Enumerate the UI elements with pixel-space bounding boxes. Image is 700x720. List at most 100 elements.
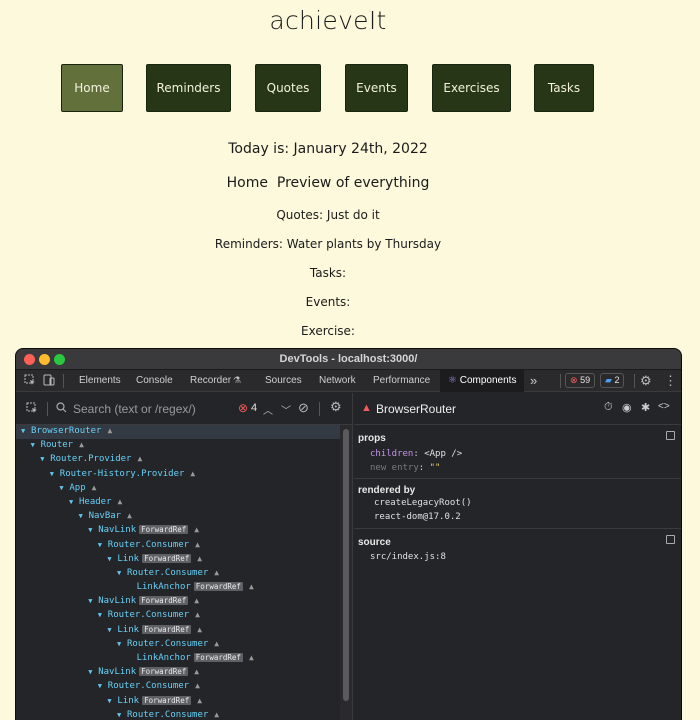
expand-arrow-icon[interactable]: ▼ xyxy=(117,569,127,577)
search-icon xyxy=(56,402,67,416)
nav-exercises-button[interactable]: Exercises xyxy=(432,64,511,112)
eye-icon[interactable]: ◉ xyxy=(622,401,632,414)
tree-settings-gear-icon[interactable]: ⚙ xyxy=(330,399,342,415)
tasks-preview: Tasks: xyxy=(309,266,347,280)
warning-icon: ▲ xyxy=(248,582,254,592)
devtools-window: DevTools - localhost:3000/ Elements Cons… xyxy=(15,348,682,720)
expand-arrow-icon[interactable]: ▼ xyxy=(69,498,79,506)
select-component-icon[interactable] xyxy=(26,402,38,417)
expand-arrow-icon[interactable]: ▼ xyxy=(88,668,98,676)
tree-row[interactable]: ▼ NavBar ▲ xyxy=(16,510,341,524)
expand-arrow-icon[interactable]: ▼ xyxy=(88,526,98,534)
tab-elements[interactable]: Elements xyxy=(79,375,121,386)
tree-scrollbar[interactable] xyxy=(340,425,352,720)
tree-row[interactable]: ▼ Router ▲ xyxy=(16,439,341,453)
tree-row[interactable]: ▼ Link ForwardRef ▲ xyxy=(16,695,341,709)
tree-row[interactable]: ▼ Router.Consumer ▲ xyxy=(16,567,341,581)
expand-arrow-icon[interactable]: ▼ xyxy=(117,711,127,719)
search-input[interactable]: Search (text or /regex/) xyxy=(73,402,223,416)
gear-icon[interactable]: ⚙ xyxy=(640,373,652,389)
expand-arrow-icon[interactable]: ▼ xyxy=(50,470,60,478)
tree-search-bar: Search (text or /regex/) ⊗ 4 ︿ ﹀ ⊘ ⚙ xyxy=(16,393,352,425)
warning-icon: ▲ xyxy=(361,402,372,414)
copy-props-icon[interactable] xyxy=(666,431,675,440)
warning-icon: ▲ xyxy=(117,496,123,506)
chevron-down-icon[interactable]: ﹀ xyxy=(281,402,291,417)
nav-reminders-button[interactable]: Reminders xyxy=(146,64,231,112)
warning-icon: ▲ xyxy=(195,681,200,691)
tree-row[interactable]: ▼ Header ▲ xyxy=(16,496,341,510)
expand-arrow-icon[interactable]: ▼ xyxy=(107,626,117,634)
nav-tasks-button[interactable]: Tasks xyxy=(534,64,594,112)
expand-arrow-icon[interactable]: ▼ xyxy=(79,512,89,520)
tree-row[interactable]: ▼ App ▲ xyxy=(16,482,341,496)
tab-sources[interactable]: Sources xyxy=(265,375,302,386)
error-count-badge[interactable]: ⊗ 59 xyxy=(565,373,596,388)
more-tabs-button[interactable]: » xyxy=(530,373,537,388)
expand-arrow-icon[interactable]: ▼ xyxy=(98,541,108,549)
warning-icon: ▲ xyxy=(194,667,200,677)
expand-arrow-icon[interactable]: ▼ xyxy=(59,484,69,492)
view-source-icon[interactable]: <> xyxy=(658,401,670,412)
forwardref-badge: ForwardRef xyxy=(139,596,189,606)
exercise-preview: Exercise: xyxy=(301,324,355,338)
expand-arrow-icon[interactable]: ▼ xyxy=(40,455,50,463)
expand-arrow-icon[interactable]: ▼ xyxy=(107,697,117,705)
tree-row[interactable]: ▼ Router.Consumer ▲ xyxy=(16,680,341,694)
rendered-by-item[interactable]: createLegacyRoot() xyxy=(374,498,472,508)
tab-recorder[interactable]: Recorder xyxy=(190,375,231,386)
expand-arrow-icon[interactable]: ▼ xyxy=(98,611,108,619)
tab-performance[interactable]: Performance xyxy=(373,375,430,386)
expand-arrow-icon[interactable]: ▼ xyxy=(117,640,127,648)
nav-quotes-button[interactable]: Quotes xyxy=(255,64,321,112)
copy-source-icon[interactable] xyxy=(666,535,675,544)
tree-row[interactable]: ▼ NavLink ForwardRef ▲ xyxy=(16,595,341,609)
tree-row[interactable]: ▼ Router.Consumer ▲ xyxy=(16,709,341,720)
tree-row[interactable]: ▼ NavLink ForwardRef ▲ xyxy=(16,524,341,538)
tree-row[interactable]: ▼ Router-History.Provider ▲ xyxy=(16,468,341,482)
tab-components[interactable]: ⚛ Components xyxy=(440,370,525,392)
timer-icon[interactable]: ⏱ xyxy=(604,401,613,414)
chevron-up-icon[interactable]: ︿ xyxy=(263,402,273,417)
expand-arrow-icon[interactable]: ▼ xyxy=(88,597,98,605)
expand-arrow-icon[interactable]: ▼ xyxy=(98,682,108,690)
expand-arrow-icon[interactable]: ▼ xyxy=(21,427,31,435)
tree-row[interactable]: ▼ Router.Consumer ▲ xyxy=(16,539,341,553)
bug-icon[interactable]: ✱ xyxy=(641,401,650,414)
rendered-by-item[interactable]: react-dom@17.0.2 xyxy=(374,512,461,522)
expand-arrow-icon[interactable]: ▼ xyxy=(107,555,117,563)
tree-row[interactable]: LinkAnchor ForwardRef ▲ xyxy=(16,581,341,595)
tree-row[interactable]: ▼ NavLink ForwardRef ▲ xyxy=(16,666,341,680)
warning-icon: ▲ xyxy=(190,468,196,478)
prop-new-entry[interactable]: new entry: "" xyxy=(370,463,440,473)
warning-icon: ▲ xyxy=(197,553,203,563)
tree-row[interactable]: ▼ Router.Provider ▲ xyxy=(16,453,341,467)
tree-node-name: LinkAnchor xyxy=(136,582,191,593)
tree-scrollbar-thumb[interactable] xyxy=(343,429,349,701)
expand-arrow-icon[interactable]: ▼ xyxy=(31,441,41,449)
tab-console[interactable]: Console xyxy=(136,375,173,386)
prop-children[interactable]: children: <App /> xyxy=(370,449,462,459)
device-toolbar-icon[interactable] xyxy=(43,374,55,389)
selected-component-name: BrowserRouter xyxy=(376,402,457,416)
nav-home-button[interactable]: Home xyxy=(61,64,123,112)
tree-row[interactable]: LinkAnchor ForwardRef ▲ xyxy=(16,652,341,666)
tree-row[interactable]: ▼ BrowserRouter ▲ xyxy=(16,425,341,440)
forwardref-badge: ForwardRef xyxy=(193,653,243,662)
tree-row[interactable]: ▼ Link ForwardRef ▲ xyxy=(16,553,341,567)
tree-row[interactable]: ▼ Router.Consumer ▲ xyxy=(16,609,341,623)
nav-events-button[interactable]: Events xyxy=(345,64,408,112)
rendered-by-section: rendered by createLegacyRoot() react-dom… xyxy=(354,479,681,529)
clear-search-icon[interactable]: ⊘ xyxy=(298,400,309,416)
kebab-menu-icon[interactable]: ⋮ xyxy=(664,373,677,389)
source-location[interactable]: src/index.js:8 xyxy=(370,552,446,562)
reminders-preview: Reminders: Water plants by Thursday xyxy=(214,237,442,251)
message-count-badge[interactable]: ▰ 2 xyxy=(600,373,625,388)
tree-row[interactable]: ▼ Link ForwardRef ▲ xyxy=(16,624,341,638)
tab-network[interactable]: Network xyxy=(319,375,356,386)
warning-icon: ▲ xyxy=(197,624,203,634)
tree-row[interactable]: ▼ Router.Consumer ▲ xyxy=(16,638,341,652)
message-icon: ▰ xyxy=(605,375,612,385)
inspect-element-icon[interactable] xyxy=(24,374,36,389)
warning-icon: ▲ xyxy=(197,695,203,705)
